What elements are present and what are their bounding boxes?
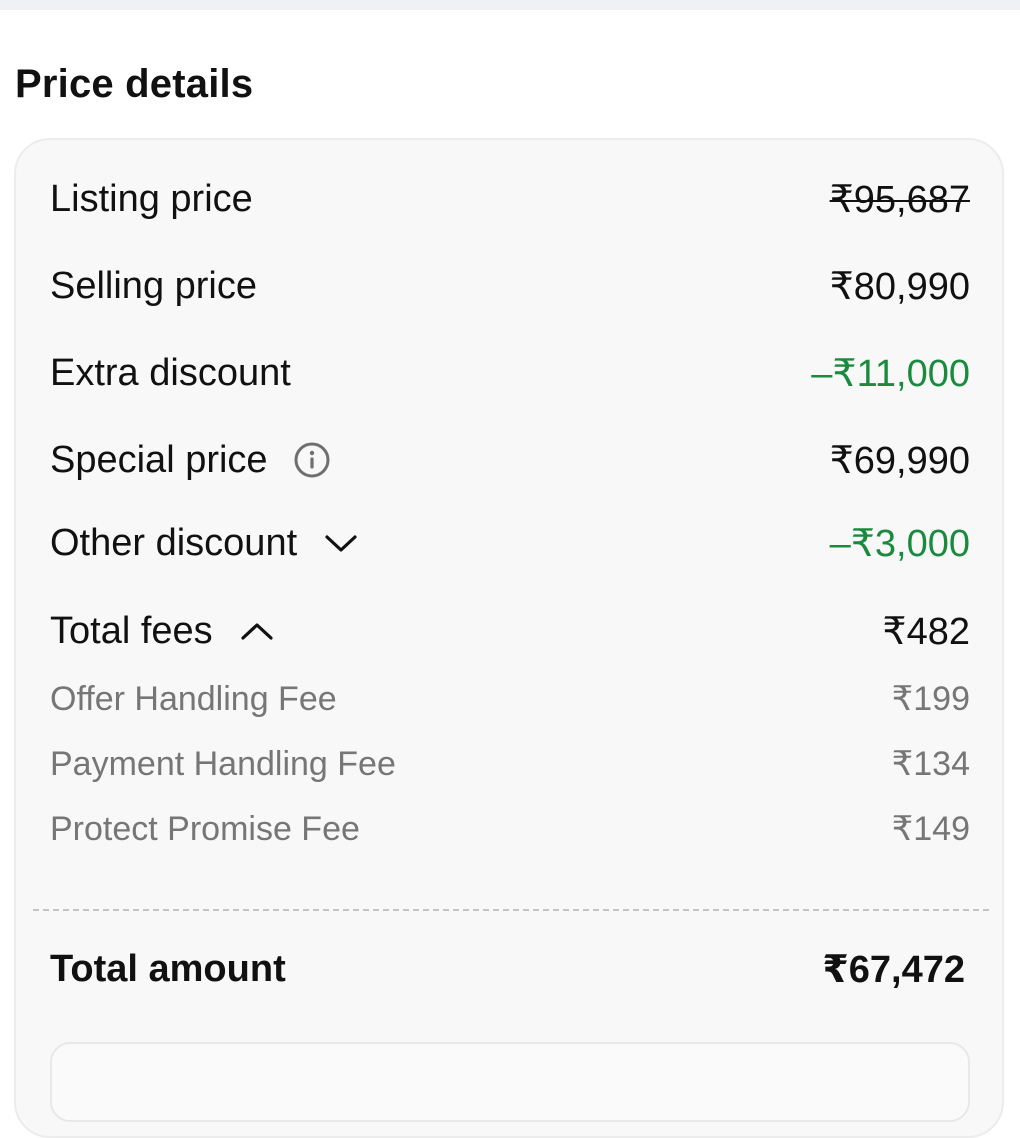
selling-price-value: ₹80,990 xyxy=(829,265,970,308)
fee-row-offer-handling: Offer Handling Fee ₹199 xyxy=(50,676,970,722)
listing-price-value: ₹95,687 xyxy=(829,178,970,221)
extra-discount-value: –₹11,000 xyxy=(811,352,970,395)
page-title: Price details xyxy=(15,62,254,106)
special-price-value: ₹69,990 xyxy=(829,439,970,482)
extra-discount-row: Extra discount –₹11,000 xyxy=(50,345,970,401)
total-amount-row: Total amount ₹67,472 xyxy=(50,939,970,999)
chevron-up-icon[interactable] xyxy=(239,619,275,643)
selling-price-row: Selling price ₹80,990 xyxy=(50,258,970,314)
fee-label: Offer Handling Fee xyxy=(50,679,337,718)
fee-value: ₹134 xyxy=(891,745,970,783)
chevron-down-icon[interactable] xyxy=(323,531,359,555)
dashed-divider xyxy=(33,909,989,911)
fee-row-payment-handling: Payment Handling Fee ₹134 xyxy=(50,741,970,787)
fee-label: Payment Handling Fee xyxy=(50,744,396,783)
fee-value: ₹199 xyxy=(891,680,970,718)
other-discount-label-group: Other discount xyxy=(50,522,359,565)
other-discount-row[interactable]: Other discount –₹3,000 xyxy=(50,515,970,571)
special-price-label-group: Special price xyxy=(50,439,330,482)
other-discount-label: Other discount xyxy=(50,521,298,564)
info-icon[interactable] xyxy=(294,442,330,478)
other-discount-value: –₹3,000 xyxy=(829,522,970,565)
special-price-row: Special price ₹69,990 xyxy=(50,432,970,488)
selling-price-label: Selling price xyxy=(50,264,257,307)
savings-info-box xyxy=(50,1042,970,1122)
total-amount-value: ₹67,472 xyxy=(822,948,965,991)
fee-value: ₹149 xyxy=(891,810,970,848)
fee-row-protect-promise: Protect Promise Fee ₹149 xyxy=(50,806,970,852)
listing-price-label: Listing price xyxy=(50,177,253,220)
extra-discount-label: Extra discount xyxy=(50,351,291,394)
special-price-label: Special price xyxy=(50,438,268,481)
total-amount-label: Total amount xyxy=(50,947,286,990)
listing-price-row: Listing price ₹95,687 xyxy=(50,171,970,227)
total-fees-value: ₹482 xyxy=(882,610,970,653)
total-fees-row[interactable]: Total fees ₹482 xyxy=(50,603,970,659)
top-separator-strip xyxy=(0,0,1020,10)
total-fees-label: Total fees xyxy=(50,609,213,652)
fee-label: Protect Promise Fee xyxy=(50,809,360,848)
total-fees-label-group: Total fees xyxy=(50,610,275,653)
